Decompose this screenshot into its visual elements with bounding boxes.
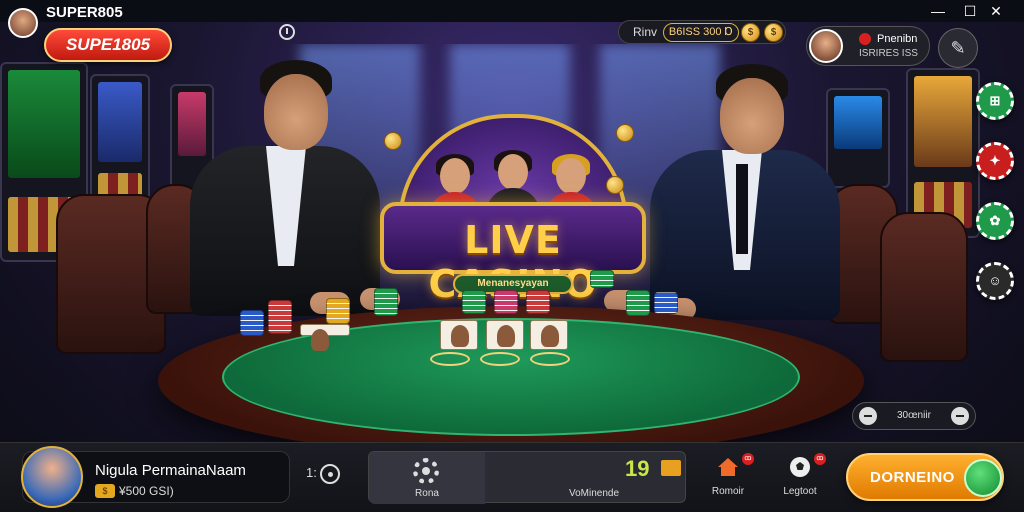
live-casino-scene: LIVE CASINO Menanesyayan bbox=[0, 44, 1024, 442]
chair bbox=[880, 212, 968, 362]
playing-card bbox=[486, 320, 524, 350]
balance-value: B6ISS 300 Ɒ bbox=[663, 23, 739, 42]
home-label: Rona bbox=[415, 488, 439, 499]
live-casino-sign: LIVE CASINO Menanesyayan bbox=[380, 110, 646, 306]
notification-badge: ꝏ bbox=[742, 453, 754, 465]
gear-icon bbox=[413, 458, 439, 484]
app-title: SUPER805 bbox=[46, 4, 123, 21]
flag-icon bbox=[859, 33, 871, 45]
house-icon bbox=[718, 458, 738, 476]
player-avatar bbox=[21, 446, 83, 508]
chip-icon[interactable]: ✿ bbox=[976, 202, 1014, 240]
action-label: Romoir bbox=[711, 486, 745, 497]
action-label: Legtoot bbox=[783, 486, 817, 497]
notification-badge: ꝏ bbox=[814, 453, 826, 465]
maximize-button[interactable]: ☐ bbox=[962, 3, 978, 19]
chip-stack bbox=[326, 298, 350, 324]
player-name: Nigula PermainaNaam bbox=[95, 462, 246, 479]
close-button[interactable]: ✕ bbox=[988, 3, 1004, 19]
bottom-bar: Nigula PermainaNaam $ ¥500 GSI) 1: Rona … bbox=[0, 442, 1024, 512]
play-button[interactable]: DORNEINO bbox=[846, 453, 1004, 501]
timer-icon[interactable] bbox=[320, 464, 340, 484]
play-button-label: DORNEINO bbox=[870, 469, 955, 486]
home-button[interactable]: Rona bbox=[369, 452, 485, 504]
chip-stack bbox=[374, 288, 398, 316]
clock-icon[interactable] bbox=[279, 24, 295, 40]
chip-stack bbox=[240, 310, 264, 336]
chip-stack bbox=[590, 270, 614, 288]
user-subtitle: ISRIRES ISS bbox=[859, 48, 918, 59]
player-balance: ¥500 GSI) bbox=[119, 484, 174, 498]
minus-icon[interactable] bbox=[859, 407, 877, 425]
brand-avatar bbox=[8, 8, 38, 38]
bet-spot[interactable] bbox=[430, 352, 470, 366]
brand-logo[interactable]: SUPE1805 bbox=[44, 28, 172, 62]
tools-button[interactable]: ✎ bbox=[938, 28, 978, 68]
soccer-icon bbox=[790, 457, 810, 477]
chip-icon[interactable]: ⊞ bbox=[976, 82, 1014, 120]
sound-label: 30œniir bbox=[897, 410, 931, 421]
round-count: 19 bbox=[625, 456, 650, 481]
chip-stack bbox=[494, 290, 518, 314]
chip-stack bbox=[268, 300, 292, 334]
balance-pill[interactable]: Rinv B6ISS 300 Ɒ $ $ bbox=[618, 20, 786, 44]
chip-stack bbox=[462, 290, 486, 314]
user-profile[interactable]: Pnenibn ISRIRES ISS bbox=[806, 26, 930, 66]
nav-panel: Rona 19 VoMinende bbox=[368, 451, 686, 504]
minimize-button[interactable]: — bbox=[930, 3, 946, 19]
chip-icon[interactable]: ✦ bbox=[976, 142, 1014, 180]
player-left bbox=[180, 60, 410, 316]
plus-icon[interactable] bbox=[951, 407, 969, 425]
casino-app: LIVE CASINO Menanesyayan — ☐ ✕ SUPER805 … bbox=[0, 0, 1024, 512]
bet-spot[interactable] bbox=[480, 352, 520, 366]
chip-stack bbox=[526, 290, 550, 314]
playing-card bbox=[530, 320, 568, 350]
chip-stack bbox=[654, 292, 678, 314]
coin-icon: $ bbox=[741, 23, 760, 42]
playing-card bbox=[300, 324, 350, 351]
house-button[interactable]: ꝏ Romoir bbox=[698, 453, 758, 503]
player-card[interactable]: Nigula PermainaNaam $ ¥500 GSI) bbox=[21, 446, 290, 508]
chip-stack bbox=[626, 290, 650, 316]
timer-label: 1: bbox=[306, 465, 317, 480]
playing-card bbox=[440, 320, 478, 350]
bet-spot[interactable] bbox=[530, 352, 570, 366]
sports-button[interactable]: ꝏ Legtoot bbox=[770, 453, 830, 503]
user-avatar bbox=[809, 29, 843, 63]
title-bar: — ☐ ✕ bbox=[0, 0, 1024, 22]
coin-icon: $ bbox=[764, 23, 783, 42]
coin-icon: $ bbox=[95, 484, 115, 498]
flag-icon[interactable] bbox=[661, 460, 681, 476]
sound-control[interactable]: 30œniir bbox=[852, 402, 976, 430]
user-name: Pnenibn bbox=[877, 33, 918, 45]
go-icon bbox=[964, 459, 1002, 497]
emoji-icon[interactable]: ☺ bbox=[976, 262, 1014, 300]
mode-label: VoMinende bbox=[569, 488, 620, 499]
balance-label: Rinv bbox=[633, 25, 658, 39]
